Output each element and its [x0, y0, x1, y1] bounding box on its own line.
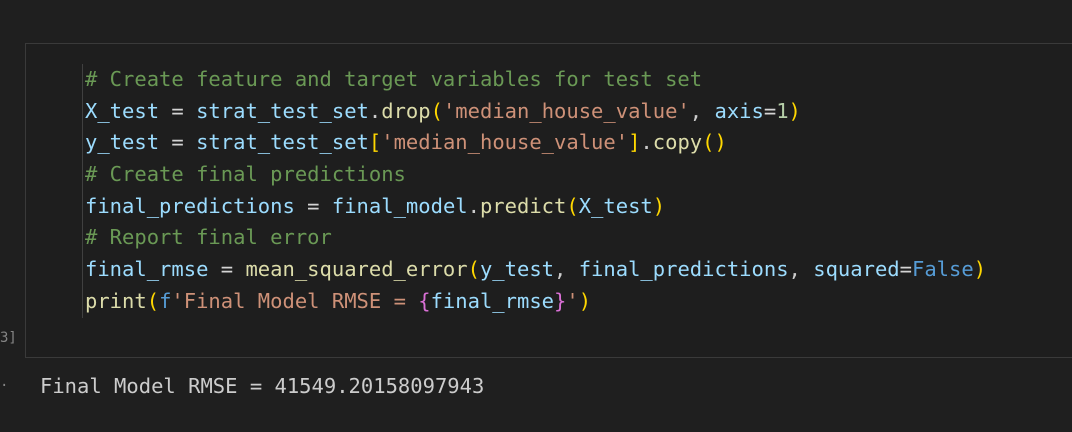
code-line: # Create final predictions [85, 159, 986, 191]
code-token-b2: } [554, 288, 567, 313]
code-token-punc: , [689, 98, 715, 123]
code-token-op: = [899, 257, 912, 282]
code-token-punc: . [368, 98, 382, 123]
code-token-num: 1 [776, 98, 789, 123]
code-token-func: print [85, 288, 147, 313]
code-token-comment: # Create final predictions [85, 162, 406, 187]
code-token-var: X_test [578, 193, 653, 218]
code-token-op: = [208, 257, 246, 282]
code-token-var: strat_test_set [196, 98, 369, 123]
indent-guide [82, 64, 83, 318]
code-token-b1: ] [628, 130, 641, 155]
code-token-punc: . [467, 193, 480, 218]
code-token-var: y_test [85, 130, 160, 155]
code-line: final_predictions = final_model.predict(… [85, 191, 986, 223]
code-token-var: final_predictions [85, 193, 295, 218]
code-token-b1: ( [146, 288, 160, 313]
code-token-op: = [763, 98, 777, 123]
code-cell-editor[interactable]: # Create feature and target variables fo… [25, 43, 1072, 358]
code-block[interactable]: # Create feature and target variables fo… [85, 64, 986, 318]
code-token-b1: ) [652, 193, 666, 218]
code-token-str: 'median_house_value' [381, 130, 629, 155]
code-token-b1: [ [368, 130, 382, 155]
code-token-func: copy [652, 130, 703, 155]
code-token-var: final_rmse [430, 288, 555, 313]
code-token-op: = [294, 193, 332, 218]
code-token-punc: , [554, 257, 579, 282]
code-token-b2: { [418, 288, 431, 313]
code-token-punc: , [788, 257, 814, 282]
code-token-var: axis [714, 98, 764, 123]
code-line: # Report final error [85, 222, 986, 254]
code-token-op: = [159, 130, 197, 155]
code-line: # Create feature and target variables fo… [85, 64, 986, 96]
code-token-func: mean_squared_error [245, 257, 468, 282]
code-token-var: strat_test_set [196, 130, 369, 155]
code-token-func: drop [381, 98, 431, 123]
code-line: X_test = strat_test_set.drop('median_hou… [85, 96, 986, 128]
execution-count: 3] [0, 330, 17, 346]
code-token-str: 'median_house_value' [442, 98, 690, 123]
code-token-b1: ) [578, 288, 592, 313]
code-token-b1: () [702, 130, 727, 155]
code-line: y_test = strat_test_set['median_house_va… [85, 127, 986, 159]
code-line: print(f'Final Model RMSE = {final_rmse}'… [85, 286, 986, 318]
code-token-var: final_predictions [578, 257, 789, 282]
code-token-kw: False [911, 257, 974, 282]
code-token-b1: ) [788, 98, 801, 123]
code-token-var: final_model [331, 193, 468, 218]
code-token-var: final_rmse [85, 257, 209, 282]
code-token-b1: ( [467, 257, 480, 282]
code-token-kw: f [159, 288, 172, 313]
code-token-str: 'Final Model RMSE = [171, 288, 419, 313]
code-token-punc: . [640, 130, 653, 155]
output-marker: · [0, 378, 9, 394]
code-token-func: predict [479, 193, 567, 218]
code-token-op: = [159, 98, 197, 123]
code-token-var: X_test [85, 98, 160, 123]
code-line: final_rmse = mean_squared_error(y_test, … [85, 254, 986, 286]
code-token-b1: ) [973, 257, 987, 282]
cell-output-text: Final Model RMSE = 41549.20158097943 [40, 374, 485, 398]
code-token-comment: # Create feature and target variables fo… [85, 67, 703, 91]
code-token-var: y_test [479, 257, 555, 282]
code-token-b1: ( [566, 193, 579, 218]
code-token-b1: ( [430, 98, 443, 123]
code-token-str: ' [566, 288, 579, 313]
code-token-comment: # Report final error [85, 225, 332, 250]
code-token-var: squared [813, 257, 900, 282]
